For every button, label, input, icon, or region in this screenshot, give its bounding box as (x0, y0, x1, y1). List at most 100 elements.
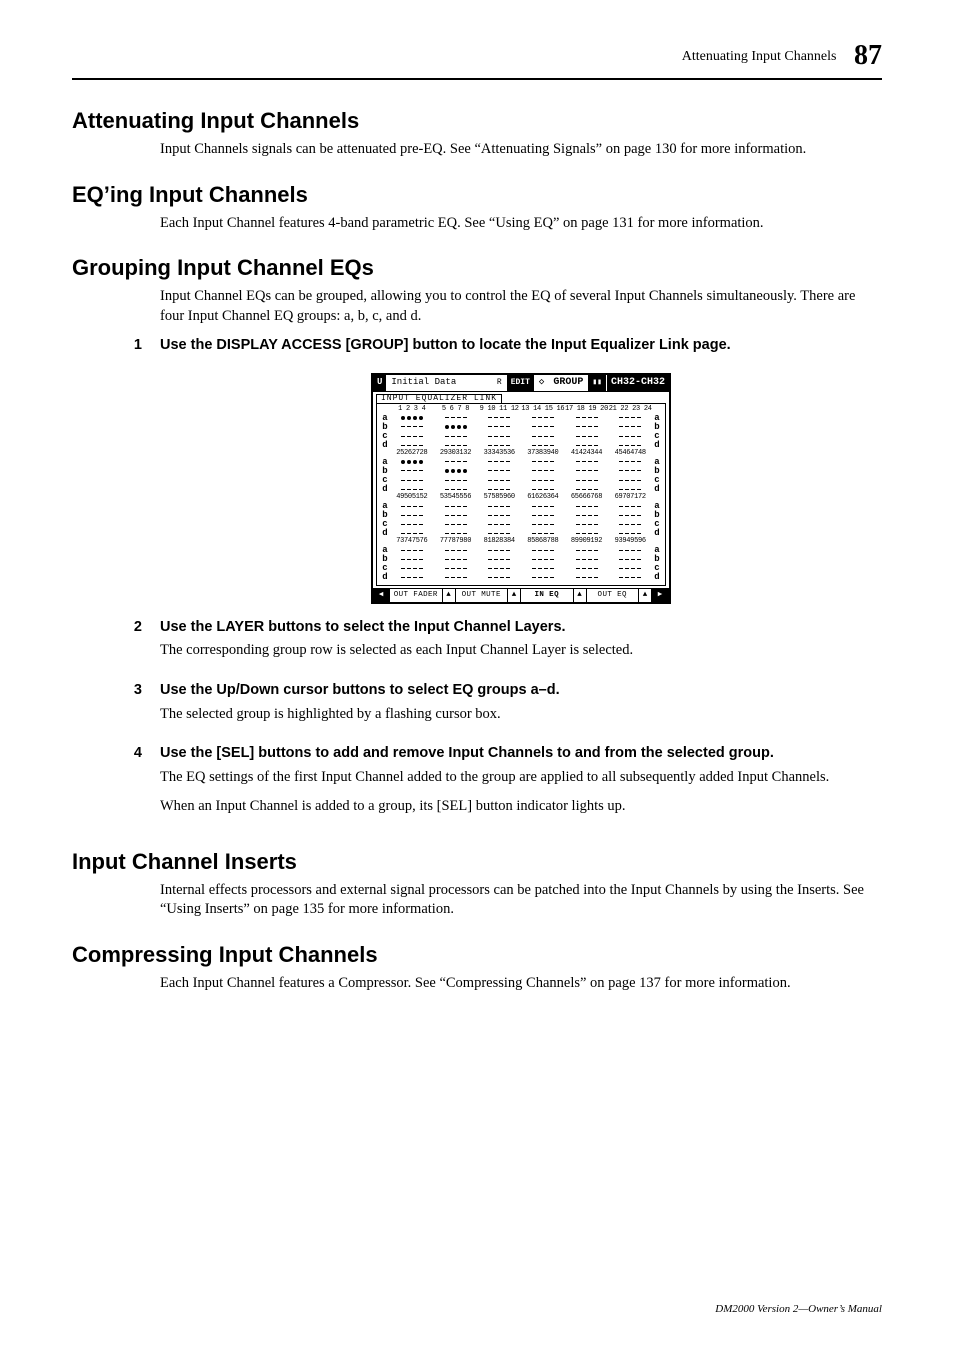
lcd-unassigned-icon (576, 568, 580, 569)
lcd-unassigned-icon (550, 533, 554, 534)
lcd-unassigned-icon (631, 506, 635, 507)
lcd-tab-out-fader[interactable]: OUT FADER (390, 589, 443, 602)
lcd-group-label-left: d (380, 441, 390, 450)
lcd-group-row: cc (380, 520, 662, 529)
lcd-unassigned-icon (506, 445, 510, 446)
lcd-unassigned-icon (488, 559, 492, 560)
lcd-unassigned-icon (463, 550, 467, 551)
lcd-unassigned-icon (588, 480, 592, 481)
heading-attenuating: Attenuating Input Channels (72, 108, 882, 134)
lcd-unassigned-icon (582, 515, 586, 516)
lcd-unassigned-icon (445, 559, 449, 560)
lcd-group-cell (565, 514, 609, 516)
body-compressing: Each Input Channel features a Compressor… (160, 974, 882, 994)
lcd-unassigned-icon (419, 533, 423, 534)
lcd-unassigned-icon (631, 533, 635, 534)
lcd-unassigned-icon (637, 426, 641, 427)
lcd-unassigned-icon (413, 426, 417, 427)
lcd-unassigned-icon (419, 568, 423, 569)
lcd-unassigned-icon (401, 480, 405, 481)
lcd-unassigned-icon (532, 524, 536, 525)
lcd-unassigned-icon (457, 489, 461, 490)
lcd-unassigned-icon (588, 568, 592, 569)
lcd-unassigned-icon (550, 445, 554, 446)
lcd-unassigned-icon (407, 436, 411, 437)
lcd-unassigned-icon (401, 489, 405, 490)
lcd-tab-out-mute[interactable]: OUT MUTE (456, 589, 509, 602)
lcd-unassigned-icon (582, 461, 586, 462)
lcd-unassigned-icon (413, 489, 417, 490)
lcd-unassigned-icon (494, 426, 498, 427)
lcd-unassigned-icon (588, 436, 592, 437)
lcd-unassigned-icon (576, 426, 580, 427)
lcd-unassigned-icon (457, 480, 461, 481)
lcd-unassigned-icon (413, 550, 417, 551)
lcd-unassigned-icon (506, 480, 510, 481)
lcd-unassigned-icon (457, 524, 461, 525)
lcd-tab-sep-2: ▲ (508, 589, 521, 602)
lcd-unassigned-icon (451, 559, 455, 560)
lcd-tab-left-arrow[interactable]: ◀ (373, 589, 390, 602)
lcd-group-cell (521, 505, 565, 507)
lcd-unassigned-icon (594, 524, 598, 525)
lcd-unassigned-icon (506, 524, 510, 525)
lcd-unassigned-icon (550, 506, 554, 507)
lcd-unassigned-icon (619, 489, 623, 490)
lcd-assigned-icon (457, 469, 461, 473)
lcd-unassigned-icon (451, 524, 455, 525)
lcd-unassigned-icon (538, 480, 542, 481)
lcd-tab-out-eq[interactable]: OUT EQ (587, 589, 640, 602)
lcd-unassigned-icon (500, 533, 504, 534)
lcd-unassigned-icon (500, 524, 504, 525)
heading-inserts: Input Channel Inserts (72, 849, 882, 875)
lcd-unassigned-icon (631, 577, 635, 578)
lcd-group-cell (434, 576, 478, 578)
lcd-group-label-right: d (652, 485, 662, 494)
lcd-unassigned-icon (631, 568, 635, 569)
lcd-assigned-icon (401, 460, 405, 464)
lcd-unassigned-icon (401, 533, 405, 534)
lcd-unassigned-icon (445, 436, 449, 437)
running-header-title: Attenuating Input Channels (682, 49, 837, 64)
lcd-unassigned-icon (576, 436, 580, 437)
lcd-group-cell (565, 549, 609, 551)
lcd-unassigned-icon (544, 426, 548, 427)
lcd-unassigned-icon (538, 461, 542, 462)
lcd-unassigned-icon (457, 515, 461, 516)
lcd-group-cell (608, 416, 652, 420)
lcd-unassigned-icon (401, 568, 405, 569)
lcd-unassigned-icon (576, 559, 580, 560)
lcd-unassigned-icon (538, 577, 542, 578)
lcd-tab-in-eq[interactable]: IN EQ (521, 589, 574, 602)
lcd-unassigned-icon (463, 568, 467, 569)
lcd-unassigned-icon (582, 426, 586, 427)
lcd-group-cell (390, 558, 434, 560)
lcd-group-cell (434, 435, 478, 437)
lcd-channel-numbers: 41424344 (565, 450, 609, 457)
lcd-unassigned-icon (594, 533, 598, 534)
lcd-unassigned-icon (445, 577, 449, 578)
lcd-group-cell (390, 505, 434, 507)
lcd-unassigned-icon (532, 550, 536, 551)
lcd-unassigned-icon (413, 515, 417, 516)
lcd-tab-right-arrow[interactable]: ▶ (652, 589, 669, 602)
lcd-unassigned-icon (494, 577, 498, 578)
lcd-unassigned-icon (576, 550, 580, 551)
lcd-unassigned-icon (588, 461, 592, 462)
lcd-group-cell (521, 425, 565, 429)
lcd-unassigned-icon (401, 426, 405, 427)
lcd-group-cell (477, 532, 521, 534)
lcd-unassigned-icon (463, 515, 467, 516)
lcd-group-cell (434, 469, 478, 473)
step-3-body: The selected group is highlighted by a f… (160, 705, 882, 725)
lcd-unassigned-icon (506, 426, 510, 427)
lcd-unassigned-icon (407, 524, 411, 525)
lcd-unassigned-icon (488, 568, 492, 569)
lcd-assigned-icon (407, 460, 411, 464)
lcd-unassigned-icon (463, 533, 467, 534)
heading-compressing: Compressing Input Channels (72, 942, 882, 968)
lcd-unassigned-icon (594, 577, 598, 578)
lcd-group-cell (477, 576, 521, 578)
lcd-unassigned-icon (457, 559, 461, 560)
lcd-unassigned-icon (631, 445, 635, 446)
